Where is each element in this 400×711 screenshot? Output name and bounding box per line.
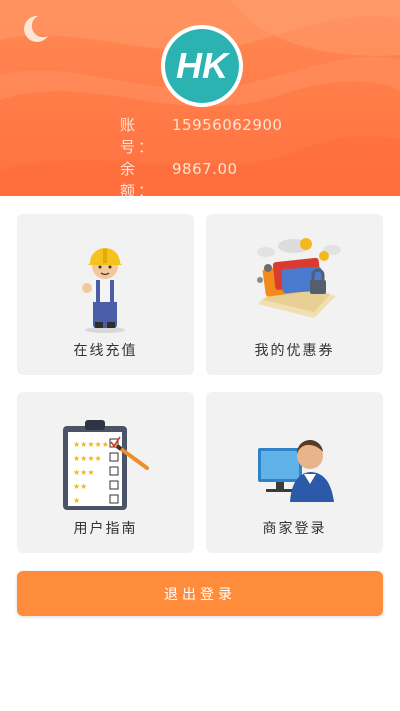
menu-card-label: 在线充值 [73,343,138,359]
menu-card-merchant-login[interactable]: 商家登录 [206,392,383,553]
worker-icon [82,248,125,333]
profile-header: HK 账号： 15956062900 余额： 9867.00 [0,0,400,196]
menu-card-label: 商家登录 [262,521,327,537]
account-value: 15956062900 [172,116,283,134]
balance-row: 余额： 9867.00 [120,158,282,196]
svg-text:★★: ★★ [73,482,87,491]
account-info: 账号： 15956062900 余额： 9867.00 [120,114,282,196]
account-label: 账号： [120,116,157,156]
merchant-computer-icon [258,439,334,502]
svg-text:★★★: ★★★ [73,468,95,477]
balance-label: 余额： [120,160,157,196]
coupon-cards-icon [257,238,341,318]
menu-card-label: 我的优惠券 [254,343,335,359]
account-row: 账号： 15956062900 [120,114,282,158]
svg-text:★★★★: ★★★★ [73,454,102,463]
brand-logo: HK [160,24,244,108]
moon-icon[interactable] [18,12,52,46]
balance-value: 9867.00 [172,160,238,178]
menu-card-label: 用户指南 [73,521,138,537]
clipboard-checklist-icon: ★★★★★ ★★★★ ★★★ ★★ ★ [63,420,149,510]
menu-card-user-guide[interactable]: ★★★★★ ★★★★ ★★★ ★★ ★ 用户指南 [17,392,194,553]
menu-card-coupons[interactable]: 我的优惠券 [206,214,383,375]
menu-card-recharge[interactable]: 在线充值 [17,214,194,375]
logout-button[interactable]: 退出登录 [17,571,383,616]
svg-text:HK: HK [176,45,231,86]
svg-text:★: ★ [73,496,80,505]
svg-text:★★★★★: ★★★★★ [73,440,109,449]
